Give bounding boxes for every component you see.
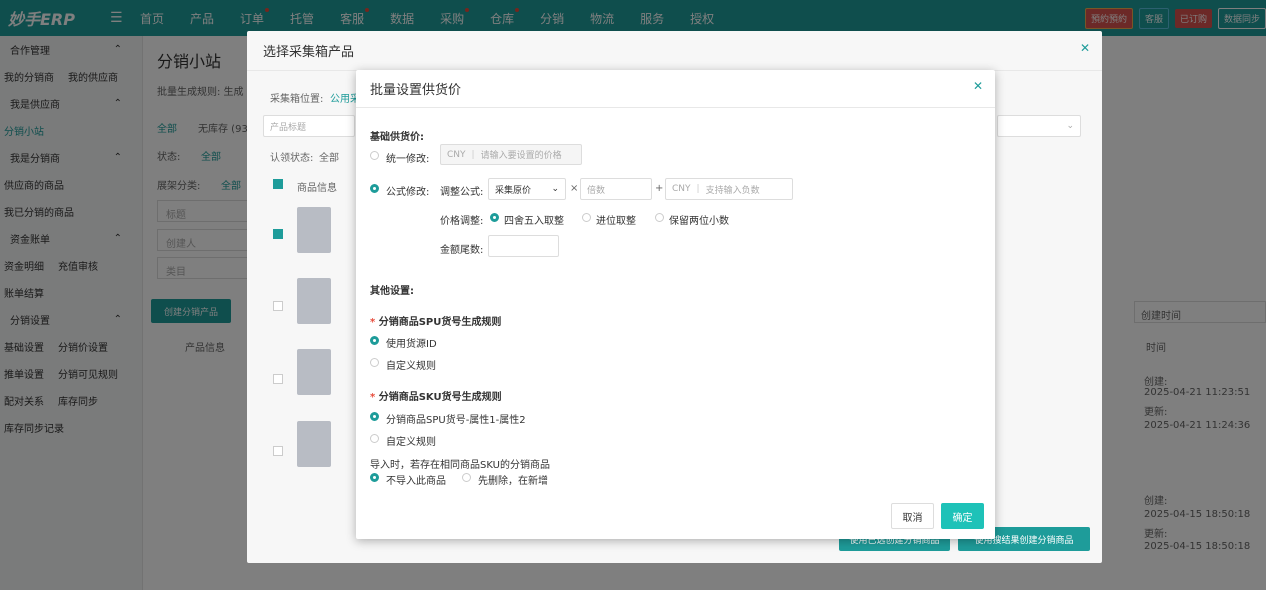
spu-rule-label: * 分销商品SPU货号生成规则 [370, 313, 501, 328]
spu-rule-text: 分销商品SPU货号生成规则 [378, 317, 502, 328]
sku-option-radio[interactable] [370, 412, 379, 421]
sku-option-label: 分销商品SPU货号-属性1-属性2 [386, 415, 526, 426]
product-thumbnail [297, 278, 331, 324]
add-amount-placeholder: 支持输入负数 [705, 185, 760, 196]
required-mark: * [370, 392, 379, 403]
round-label: 价格调整: [440, 216, 484, 227]
product-title-input[interactable]: 产品标题 [263, 115, 355, 137]
formula-base-value: 采集原价 [495, 185, 532, 196]
sku-option-label: 自定义规则 [386, 437, 436, 448]
product-title-placeholder: 产品标题 [270, 122, 307, 133]
import-option-label: 先删除，在新增 [478, 476, 548, 487]
formula-base-select[interactable]: 采集原价 ⌄ [488, 178, 566, 200]
uniform-radio[interactable] [370, 151, 379, 160]
close-icon[interactable]: ✕ [1080, 41, 1090, 55]
round-option-label: 保留两位小数 [669, 216, 729, 227]
multiplier-input[interactable]: 倍数 [580, 178, 652, 200]
required-mark: * [370, 317, 379, 328]
row-checkbox[interactable] [273, 374, 283, 384]
product-thumbnail [297, 421, 331, 467]
spu-option-label: 使用货源ID [386, 339, 437, 350]
tail-label: 金额尾数: [440, 245, 484, 256]
currency-label: CNY [447, 149, 466, 160]
chevron-down-icon: ⌄ [1066, 121, 1074, 131]
uniform-label: 统一修改: [386, 154, 430, 165]
cancel-button[interactable]: 取消 [891, 503, 934, 529]
import-option-radio[interactable] [370, 473, 379, 482]
product-thumbnail [297, 349, 331, 395]
multiplier-placeholder: 倍数 [587, 185, 606, 196]
base-price-label: 基础供货价: [370, 132, 424, 143]
uniform-price-input[interactable]: CNY | 请输入要设置的价格 [440, 144, 582, 165]
formula-label: 公式修改: [386, 187, 430, 198]
round-option-radio[interactable] [582, 213, 591, 222]
confirm-button[interactable]: 确定 [941, 503, 984, 529]
sku-rule-label: * 分销商品SKU货号生成规则 [370, 388, 502, 403]
product-thumbnail [297, 207, 331, 253]
modal-title: 批量设置供货价 [356, 70, 995, 108]
select-all-checkbox[interactable] [273, 179, 283, 189]
col-product-info: 商品信息 [297, 183, 337, 194]
sku-option-radio[interactable] [370, 434, 379, 443]
round-option-label: 进位取整 [596, 216, 636, 227]
location-label: 采集箱位置: [270, 94, 324, 105]
spu-option-radio[interactable] [370, 336, 379, 345]
round-option-label: 四舍五入取整 [504, 216, 564, 227]
chevron-down-icon: ⌄ [551, 184, 559, 194]
close-icon[interactable]: ✕ [973, 79, 983, 93]
add-amount-input[interactable]: CNY | 支持输入负数 [665, 178, 793, 200]
claim-label: 认领状态: [270, 153, 314, 164]
formula-radio[interactable] [370, 184, 379, 193]
row-checkbox[interactable] [273, 301, 283, 311]
plus-sign: + [655, 183, 664, 194]
import-option-radio[interactable] [462, 473, 471, 482]
batch-price-modal: 批量设置供货价 ✕ 基础供货价: 统一修改: CNY | 请输入要设置的价格 公式修… [356, 70, 995, 539]
times-sign: × [570, 183, 579, 194]
row-checkbox[interactable] [273, 446, 283, 456]
formula-sub-label: 调整公式: [440, 187, 484, 198]
spu-option-radio[interactable] [370, 358, 379, 367]
claim-value[interactable]: 全部 [319, 149, 339, 164]
modal-title: 选择采集箱产品 [247, 31, 1102, 71]
round-option-radio[interactable] [490, 213, 499, 222]
row-checkbox[interactable] [273, 229, 283, 239]
import-option-label: 不导入此商品 [386, 476, 446, 487]
import-label: 导入时，若存在相同商品SKU的分销商品 [370, 460, 550, 471]
round-option-radio[interactable] [655, 213, 664, 222]
spu-option-label: 自定义规则 [386, 361, 436, 372]
currency-label: CNY [672, 184, 691, 194]
other-settings-label: 其他设置: [370, 286, 414, 297]
sku-rule-text: 分销商品SKU货号生成规则 [378, 392, 502, 403]
filter-select[interactable]: ⌄ [997, 115, 1081, 137]
uniform-price-placeholder: 请输入要设置的价格 [480, 151, 562, 161]
tail-input[interactable] [488, 235, 559, 257]
